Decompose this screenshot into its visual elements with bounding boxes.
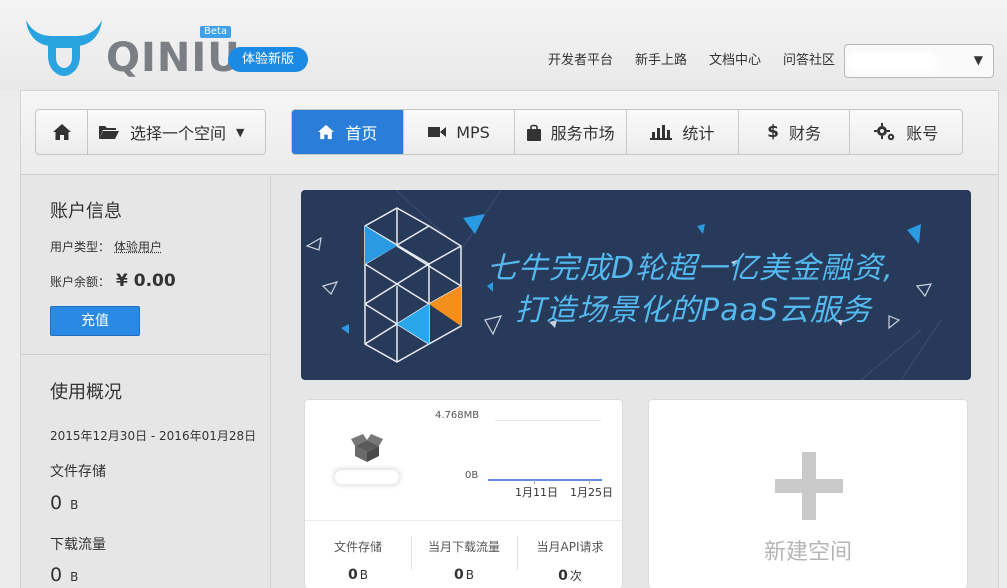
logo-wordmark: QINIU (106, 36, 241, 80)
new-bucket-card[interactable]: 新建空间 (648, 399, 968, 588)
tab-account[interactable]: 账号 (850, 110, 962, 154)
sidebar-divider (21, 354, 271, 355)
tab-mps-label: MPS (456, 123, 490, 142)
main-panel: 选择一个空间 ▼ 首页 MPS 服务市场 统计 $ 财务 账号 账户信息 用户类… (20, 90, 999, 588)
storage-label: 文件存储 (50, 461, 106, 481)
chart-x-tick-1: 1月11日 (515, 484, 558, 500)
tab-home[interactable]: 首页 (292, 110, 404, 154)
tab-marketplace[interactable]: 服务市场 (515, 110, 627, 154)
stat-traffic-label: 当月下载流量 (411, 538, 517, 555)
main-nav-tabs: 首页 MPS 服务市场 统计 $ 财务 账号 (291, 109, 963, 155)
chart-zero-label: 0B (465, 470, 478, 481)
dollar-icon: $ (767, 122, 779, 142)
bar-chart-icon (650, 124, 672, 140)
funding-banner[interactable]: 七牛完成D轮超一亿美金融资, 打造场景化的PaaS云服务 (301, 190, 971, 380)
recharge-button[interactable]: 充值 (50, 306, 140, 336)
storage-usage: 0B (50, 492, 78, 514)
traffic-unit: B (70, 570, 78, 584)
home-button[interactable] (36, 110, 88, 154)
stat-api-label: 当月API请求 (517, 538, 623, 555)
stat-api-value: 0次 (517, 567, 623, 584)
caret-down-icon: ▼ (236, 126, 244, 139)
tab-statistics-label: 统计 (682, 120, 714, 144)
user-type-label: 用户类型： (50, 240, 110, 254)
stat-api: 当月API请求 0次 (517, 538, 623, 584)
tab-mps[interactable]: MPS (404, 110, 516, 154)
link-developer-platform[interactable]: 开发者平台 (548, 53, 613, 69)
select-bucket-dropdown[interactable]: 选择一个空间 ▼ (88, 110, 265, 154)
sidebar: 账户信息 用户类型： 体验用户 账户余额： ¥ 0.00 充值 使用概况 2015… (21, 176, 271, 588)
bull-logo-icon (22, 16, 106, 80)
balance-row: 账户余额： ¥ 0.00 (50, 271, 176, 291)
link-getting-started[interactable]: 新手上路 (635, 53, 687, 69)
stats-separator (305, 520, 622, 521)
account-info-title: 账户信息 (50, 197, 122, 223)
tab-account-label: 账号 (906, 120, 938, 144)
banner-headline-1: 七牛完成D轮超一亿美金融资, (487, 243, 894, 287)
usage-overview-title: 使用概况 (50, 378, 122, 404)
stat-traffic: 当月下载流量 0B (411, 538, 517, 583)
balance-value: ¥ 0.00 (116, 271, 176, 291)
tab-marketplace-label: 服务市场 (551, 120, 615, 144)
chart-series-line (488, 479, 602, 481)
traffic-label: 下载流量 (50, 534, 106, 554)
stat-traffic-value: 0B (411, 567, 517, 583)
storage-value: 0 (50, 492, 62, 514)
balance-label: 账户余额： (50, 273, 110, 290)
storage-unit: B (70, 498, 78, 512)
shopping-bag-icon (527, 124, 541, 141)
user-type-value[interactable]: 体验用户 (114, 240, 162, 254)
tab-finance-label: 财务 (789, 120, 821, 144)
tab-home-label: 首页 (345, 120, 377, 144)
tab-statistics[interactable]: 统计 (627, 110, 739, 154)
chart-gridline (495, 420, 601, 421)
stat-storage-value: 0B (305, 567, 411, 583)
video-icon (428, 126, 446, 138)
plus-icon (775, 452, 843, 520)
stat-storage: 文件存储 0B (305, 538, 411, 583)
box-icon (351, 430, 383, 462)
traffic-usage: 0B (50, 564, 78, 586)
navigation-bar: 选择一个空间 ▼ 首页 MPS 服务市场 统计 $ 财务 账号 (21, 91, 998, 175)
link-docs-center[interactable]: 文档中心 (709, 53, 761, 69)
try-new-version-button[interactable]: 体验新版 (228, 47, 308, 72)
dropdown-arrow-icon: ▼ (974, 53, 983, 67)
stat-storage-label: 文件存储 (305, 538, 411, 555)
user-account-dropdown[interactable]: ▼ (844, 44, 994, 78)
redacted-username (851, 55, 935, 69)
top-links: 开发者平台 新手上路 文档中心 问答社区 (548, 53, 857, 69)
qiniu-logo[interactable]: QINIU Beta (22, 16, 222, 80)
redacted-bucket-name (335, 470, 399, 484)
select-bucket-label: 选择一个空间 (130, 120, 226, 144)
traffic-value: 0 (50, 564, 62, 586)
bucket-switcher: 选择一个空间 ▼ (35, 109, 266, 155)
usage-date-range: 2015年12月30日 - 2016年01月28日 (50, 427, 256, 444)
tab-finance[interactable]: $ 财务 (739, 110, 851, 154)
bucket-card[interactable]: 4.768MB 0B 1月11日 1月25日 文件存储 0B 当月下载流量 0B… (304, 399, 623, 588)
user-type-row: 用户类型： 体验用户 (50, 238, 162, 255)
top-header: QINIU Beta 体验新版 开发者平台 新手上路 文档中心 问答社区 ▼ (0, 0, 1007, 90)
chart-max-label: 4.768MB (435, 410, 479, 421)
chart-x-tick-2: 1月25日 (570, 484, 613, 500)
gears-icon (874, 123, 896, 141)
home-icon (52, 123, 72, 141)
link-qa-community[interactable]: 问答社区 (783, 53, 835, 69)
banner-headline-2: 打造场景化的PaaS云服务 (515, 285, 872, 329)
new-bucket-label: 新建空间 (649, 534, 967, 566)
home-icon (317, 124, 335, 140)
beta-badge: Beta (200, 26, 231, 38)
folder-open-icon (98, 124, 120, 140)
